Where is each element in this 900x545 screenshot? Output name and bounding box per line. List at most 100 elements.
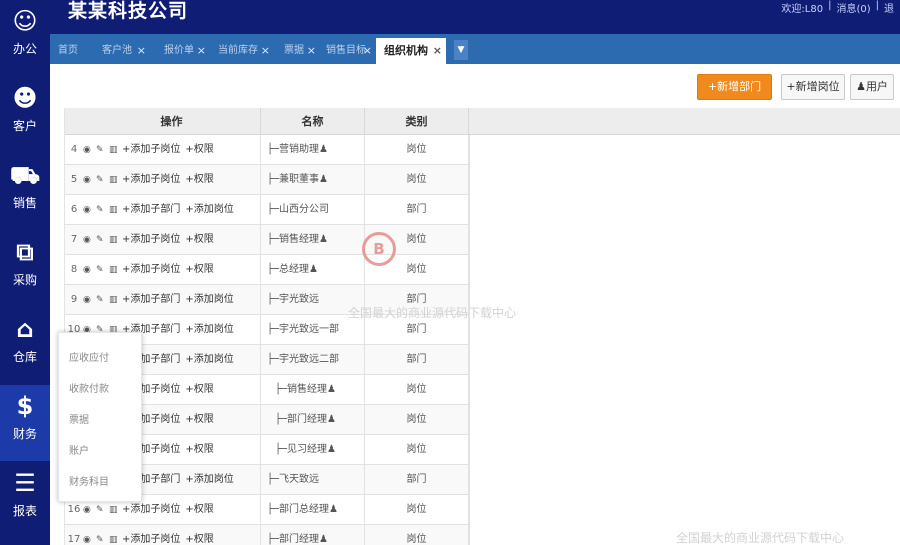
edit-icon[interactable]: ✎ — [96, 165, 105, 195]
row-action-link[interactable]: +添加子岗位 — [122, 135, 180, 165]
row-action-link[interactable]: +添加岗位 — [185, 285, 233, 315]
header-link[interactable]: 退 — [884, 0, 894, 15]
sidebar-item-2[interactable]: ⛟ 销售 — [0, 154, 50, 230]
tab-label: 客户池 — [102, 45, 132, 56]
tab-4[interactable]: 票据 × — [276, 38, 320, 64]
users-icon: ☻ — [12, 84, 38, 112]
row-action-link[interactable]: +添加岗位 — [185, 465, 233, 495]
row-action-link[interactable]: +权限 — [185, 375, 213, 405]
row-action-link[interactable]: +添加岗位 — [185, 345, 233, 375]
close-icon[interactable]: × — [261, 38, 270, 64]
delete-icon[interactable]: ▥ — [109, 195, 118, 225]
delete-icon[interactable]: ▥ — [109, 225, 118, 255]
row-action-link[interactable]: +权限 — [185, 405, 213, 435]
submenu-item[interactable]: 收款付款 — [69, 380, 109, 395]
submenu-item[interactable]: 票据 — [69, 411, 89, 426]
sidebar-item-4[interactable]: ⌂ 仓库 — [0, 308, 50, 384]
tab-2[interactable]: 报价单 × — [156, 38, 210, 64]
row-type: 岗位 — [365, 135, 469, 165]
toolbar: +新增部门 +新增岗位 ♟用户 — [50, 64, 900, 108]
row-action-link[interactable]: +添加岗位 — [185, 315, 233, 345]
row-action-link[interactable]: +添加子岗位 — [122, 165, 180, 195]
view-icon[interactable]: ◉ — [83, 135, 92, 165]
header-link[interactable]: 消息(0) — [836, 0, 870, 15]
tab-5[interactable]: 销售目标 × — [318, 38, 376, 64]
dollar-icon: $ — [16, 392, 34, 420]
row-name: ├─兼职董事♟ — [261, 165, 365, 195]
view-icon[interactable]: ◉ — [83, 525, 92, 545]
close-icon[interactable]: × — [307, 38, 316, 64]
sidebar-item-1[interactable]: ☻ 客户 — [0, 77, 50, 153]
close-icon[interactable]: × — [197, 38, 206, 64]
row-name: ├─总经理♟ — [261, 255, 365, 285]
row-action-link[interactable]: +权限 — [185, 165, 213, 195]
view-icon[interactable]: ◉ — [83, 225, 92, 255]
delete-icon[interactable]: ▥ — [109, 165, 118, 195]
row-action-link[interactable]: +添加子岗位 — [122, 525, 180, 545]
view-icon[interactable]: ◉ — [83, 165, 92, 195]
table-row[interactable]: 7 ◉ ✎ ▥ +添加子岗位 +权限 ├─销售经理♟ 岗位 — [65, 225, 469, 255]
delete-icon[interactable]: ▥ — [109, 285, 118, 315]
row-action-link[interactable]: +权限 — [185, 525, 213, 545]
submenu-item[interactable]: 财务科目 — [69, 473, 109, 488]
row-number: 17 — [67, 534, 81, 545]
row-number: 7 — [70, 234, 78, 245]
header-link[interactable]: 欢迎:L80 — [781, 0, 823, 15]
watermark-text: 全国最大的商业源代码下载中心 — [348, 306, 517, 320]
edit-icon[interactable]: ✎ — [96, 285, 105, 315]
sidebar-item-3[interactable]: ⧉ 采购 — [0, 231, 50, 307]
tab-0[interactable]: 首页 — [50, 38, 94, 64]
view-icon[interactable]: ◉ — [83, 195, 92, 225]
view-icon[interactable]: ◉ — [83, 255, 92, 285]
org-table: 操作 名称 类别 4 ◉ ✎ ▥ +添加子岗位 +权限 ├─营销助理♟ 岗位 5 ◉ ✎ ▥ +添加子岗… — [64, 108, 900, 545]
row-action-link[interactable]: +权限 — [185, 135, 213, 165]
row-action-link[interactable]: +添加岗位 — [185, 195, 233, 225]
delete-icon[interactable]: ▥ — [109, 135, 118, 165]
row-action-link[interactable]: +添加子岗位 — [122, 255, 180, 285]
edit-icon[interactable]: ✎ — [96, 255, 105, 285]
tab-1[interactable]: 客户池 × — [94, 38, 150, 64]
sidebar-item-label: 办公 — [12, 42, 37, 56]
row-action-link[interactable]: +添加子部门 — [122, 285, 180, 315]
sidebar-item-0[interactable]: ☺ 办公 — [0, 0, 50, 76]
row-action-link[interactable]: +权限 — [185, 435, 213, 465]
close-icon[interactable]: × — [363, 38, 372, 64]
row-action-link[interactable]: +添加子岗位 — [122, 225, 180, 255]
header-name: 名称 — [261, 108, 365, 135]
table-row[interactable]: 8 ◉ ✎ ▥ +添加子岗位 +权限 ├─总经理♟ 岗位 — [65, 255, 469, 285]
row-action-link[interactable]: +权限 — [185, 255, 213, 285]
sidebar-item-label: 仓库 — [12, 350, 37, 364]
user-button[interactable]: ♟用户 — [850, 74, 894, 100]
row-type: 岗位 — [365, 525, 469, 545]
view-icon[interactable]: ◉ — [83, 285, 92, 315]
row-action-link[interactable]: +添加子部门 — [122, 195, 180, 225]
table-row[interactable]: 5 ◉ ✎ ▥ +添加子岗位 +权限 ├─兼职董事♟ 岗位 — [65, 165, 469, 195]
tab-3[interactable]: 当前库存 × — [210, 38, 274, 64]
submenu-item[interactable]: 账户 — [69, 442, 89, 457]
sidebar-item-5[interactable]: $ 财务 — [0, 385, 50, 461]
new-post-button[interactable]: +新增岗位 — [781, 74, 845, 100]
edit-icon[interactable]: ✎ — [96, 225, 105, 255]
row-action-link[interactable]: +权限 — [185, 495, 213, 525]
cart-icon: ⛟ — [9, 161, 41, 189]
edit-icon[interactable]: ✎ — [96, 135, 105, 165]
delete-icon[interactable]: ▥ — [109, 525, 118, 545]
tab-label: 销售目标 — [326, 45, 366, 56]
delete-icon[interactable]: ▥ — [109, 255, 118, 285]
edit-icon[interactable]: ✎ — [96, 195, 105, 225]
tab-menu-dropdown[interactable]: ▼ — [454, 40, 468, 60]
row-actions: ◉✎▥+添加子部门+添加岗位 — [83, 195, 261, 225]
close-icon[interactable]: × — [433, 38, 442, 64]
sidebar-item-label: 客户 — [12, 119, 37, 133]
row-name: ├─营销助理♟ — [261, 135, 365, 165]
edit-icon[interactable]: ✎ — [96, 525, 105, 545]
table-row[interactable]: 17 ◉ ✎ ▥ +添加子岗位 +权限 ├─部门经理♟ 岗位 — [65, 525, 469, 545]
tab-6[interactable]: 组织机构 × — [376, 38, 446, 64]
new-department-button[interactable]: +新增部门 — [697, 74, 772, 100]
sidebar-item-6[interactable]: ☰ 报表 — [0, 462, 50, 538]
table-row[interactable]: 6 ◉ ✎ ▥ +添加子部门 +添加岗位 ├─山西分公司 部门 — [65, 195, 469, 225]
submenu-item[interactable]: 应收应付 — [69, 349, 109, 364]
row-action-link[interactable]: +权限 — [185, 225, 213, 255]
close-icon[interactable]: × — [137, 38, 146, 64]
table-row[interactable]: 4 ◉ ✎ ▥ +添加子岗位 +权限 ├─营销助理♟ 岗位 — [65, 135, 469, 165]
